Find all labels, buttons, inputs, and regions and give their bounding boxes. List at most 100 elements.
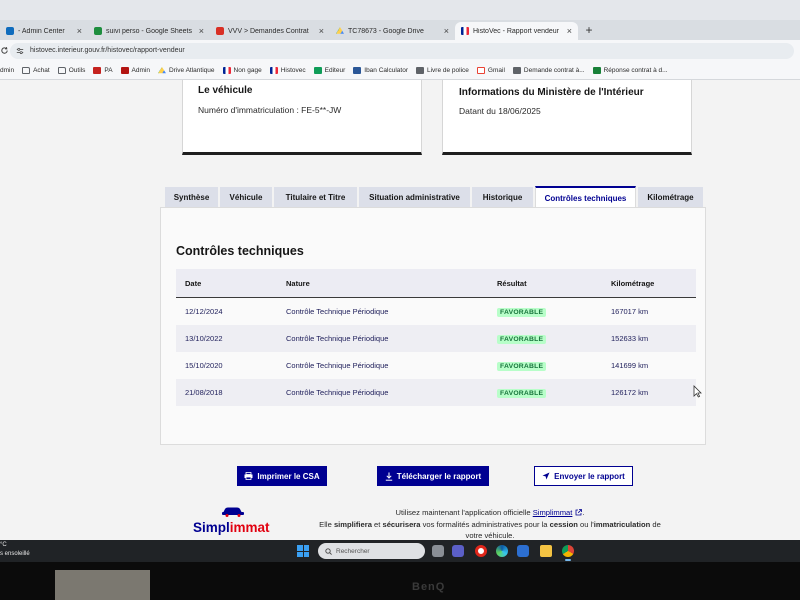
inspections-table: Date Nature Résultat Kilométrage 12/12/2… bbox=[176, 269, 696, 406]
bookmark-drive-atlantique[interactable]: Drive Atlantique bbox=[157, 67, 215, 74]
cell-result: FAVORABLE bbox=[488, 388, 602, 398]
weather-widget[interactable]: °C s ensoleillé bbox=[0, 541, 30, 559]
omnibox[interactable]: histovec.interieur.gouv.fr/histovec/rapp… bbox=[10, 43, 794, 59]
folder-icon bbox=[22, 67, 31, 74]
bookmark-label: Histovec bbox=[280, 67, 306, 74]
bookmark-achat[interactable]: Achat bbox=[22, 67, 50, 74]
mouse-cursor-icon bbox=[693, 385, 702, 398]
opera-icon[interactable] bbox=[475, 545, 487, 557]
status-badge: FAVORABLE bbox=[497, 361, 547, 371]
bookmark-label: Drive Atlantique bbox=[168, 67, 215, 74]
bookmark-iban-calculator[interactable]: Iban Calculator bbox=[353, 67, 408, 74]
site-settings-icon[interactable] bbox=[16, 47, 24, 55]
bookmark-pa[interactable]: PA bbox=[93, 67, 113, 74]
windows-taskbar: °C s ensoleillé Rechercher bbox=[0, 540, 800, 562]
simplimmat-logo[interactable]: Simplimmat bbox=[190, 505, 276, 540]
weather-description: s ensoleillé bbox=[0, 551, 30, 557]
sheet-icon bbox=[592, 67, 601, 74]
bookmark-histovec[interactable]: Histovec bbox=[269, 67, 306, 74]
simplimmat-line-3: votre véhicule. bbox=[465, 531, 515, 540]
bookmark-label: dmin bbox=[0, 67, 15, 74]
file-explorer-icon[interactable] bbox=[540, 545, 552, 557]
teams-icon[interactable] bbox=[452, 545, 464, 557]
reload-icon[interactable] bbox=[0, 46, 9, 55]
browser-tab-google-drive[interactable]: TC78673 - Google Drive × bbox=[330, 22, 455, 40]
close-icon[interactable]: × bbox=[567, 26, 572, 36]
car-icon bbox=[222, 507, 244, 517]
iban-icon bbox=[353, 67, 362, 74]
close-icon[interactable]: × bbox=[199, 26, 204, 36]
google-drive-icon bbox=[336, 27, 344, 34]
cell-date: 12/12/2024 bbox=[185, 307, 223, 316]
windows-start-icon[interactable] bbox=[297, 545, 309, 557]
button-label: Télécharger le rapport bbox=[396, 471, 482, 481]
url-text[interactable]: histovec.interieur.gouv.fr/histovec/rapp… bbox=[30, 43, 185, 59]
tab-label: - Admin Center bbox=[18, 27, 65, 35]
ministry-card: Informations du Ministère de l'Intérieur… bbox=[442, 80, 692, 155]
cell-mileage: 126172 km bbox=[611, 388, 649, 397]
start-tile bbox=[303, 545, 309, 551]
tab-vehicule[interactable]: Véhicule bbox=[220, 187, 272, 208]
close-icon[interactable]: × bbox=[319, 26, 324, 36]
cell-nature: Contrôle Technique Périodique bbox=[286, 334, 389, 343]
bookmark-admin-partial[interactable]: dmin bbox=[0, 67, 14, 74]
admin-center-icon bbox=[6, 27, 14, 35]
new-tab-button[interactable]: + bbox=[582, 21, 596, 39]
bookmark-editeur[interactable]: Editeur bbox=[313, 67, 345, 74]
bookmark-label: PA bbox=[104, 67, 113, 74]
start-tile bbox=[303, 551, 309, 557]
bookmark-gmail[interactable]: Gmail bbox=[476, 67, 505, 74]
google-drive-icon bbox=[157, 67, 166, 74]
button-label: Envoyer le rapport bbox=[554, 471, 625, 481]
plate-number: Numéro d'immatriculation : FE-5**-JW bbox=[198, 105, 342, 115]
print-csa-button[interactable]: Imprimer le CSA bbox=[237, 466, 327, 486]
tab-situation-administrative[interactable]: Situation administrative bbox=[359, 187, 470, 208]
cell-result: FAVORABLE bbox=[488, 361, 602, 371]
bookmark-admin[interactable]: Admin bbox=[120, 67, 150, 74]
chrome-icon[interactable] bbox=[562, 545, 574, 561]
simplimmat-line-2: Elle simplifiera et sécurisera vos forma… bbox=[319, 520, 661, 529]
simplimmat-link[interactable]: Simplimmat bbox=[533, 508, 573, 517]
download-icon bbox=[385, 472, 392, 481]
bookmark-label: Livre de police bbox=[427, 67, 469, 74]
ministry-date: Datant du 18/06/2025 bbox=[459, 106, 541, 116]
browser-tab-admin-center[interactable]: - Admin Center × bbox=[0, 22, 88, 40]
bookmark-reponse-contrat[interactable]: Réponse contrat à d... bbox=[592, 67, 668, 74]
cell-date: 13/10/2022 bbox=[185, 334, 223, 343]
weather-temperature: °C bbox=[0, 542, 7, 548]
store-icon[interactable] bbox=[517, 545, 529, 557]
bookmark-livre-de-police[interactable]: Livre de police bbox=[416, 67, 469, 74]
browser-tab-bar: - Admin Center × suivi perso - Google Sh… bbox=[0, 20, 800, 40]
download-report-button[interactable]: Télécharger le rapport bbox=[377, 466, 489, 486]
tab-controles-techniques[interactable]: Contrôles techniques bbox=[535, 186, 636, 208]
bookmark-outils[interactable]: Outils bbox=[57, 67, 85, 74]
bookmark-non-gage[interactable]: Non gage bbox=[222, 67, 262, 74]
tab-historique[interactable]: Historique bbox=[472, 187, 533, 208]
tab-synthese[interactable]: Synthèse bbox=[165, 187, 218, 208]
send-report-button[interactable]: Envoyer le rapport bbox=[534, 466, 633, 486]
edge-icon[interactable] bbox=[496, 545, 508, 557]
tab-titulaire-et-titre[interactable]: Titulaire et Titre bbox=[274, 187, 357, 208]
monitor-bezel: BenQ bbox=[0, 562, 800, 600]
browser-tab-histovec[interactable]: HistoVec - Rapport vendeur × bbox=[455, 22, 578, 40]
inspections-panel: Contrôles techniques Date Nature Résulta… bbox=[160, 207, 706, 445]
admin-icon bbox=[120, 67, 129, 74]
taskbar-search-input[interactable]: Rechercher bbox=[318, 543, 425, 559]
bookmark-label: Gmail bbox=[487, 67, 505, 74]
browser-tab-google-sheets[interactable]: suivi perso - Google Sheets × bbox=[88, 22, 210, 40]
tab-label: HistoVec - Rapport vendeur bbox=[473, 27, 559, 35]
tab-label: VVV > Demandes Contrat bbox=[228, 27, 309, 35]
document-icon bbox=[416, 67, 424, 74]
close-icon[interactable]: × bbox=[77, 26, 82, 36]
start-tile bbox=[297, 551, 303, 557]
folder-icon bbox=[57, 67, 66, 74]
widgets-icon[interactable] bbox=[432, 545, 444, 557]
bookmark-label: Admin bbox=[131, 67, 150, 74]
table-row: 12/12/2024 Contrôle Technique Périodique… bbox=[176, 298, 696, 325]
close-icon[interactable]: × bbox=[444, 26, 449, 36]
browser-tab-demandes-contrat[interactable]: VVV > Demandes Contrat × bbox=[210, 22, 330, 40]
address-bar: histovec.interieur.gouv.fr/histovec/rapp… bbox=[0, 40, 800, 62]
send-icon bbox=[542, 472, 550, 480]
bookmark-demande-contrat[interactable]: Demande contrat à... bbox=[512, 67, 585, 74]
tab-kilometrage[interactable]: Kilométrage bbox=[638, 187, 703, 208]
